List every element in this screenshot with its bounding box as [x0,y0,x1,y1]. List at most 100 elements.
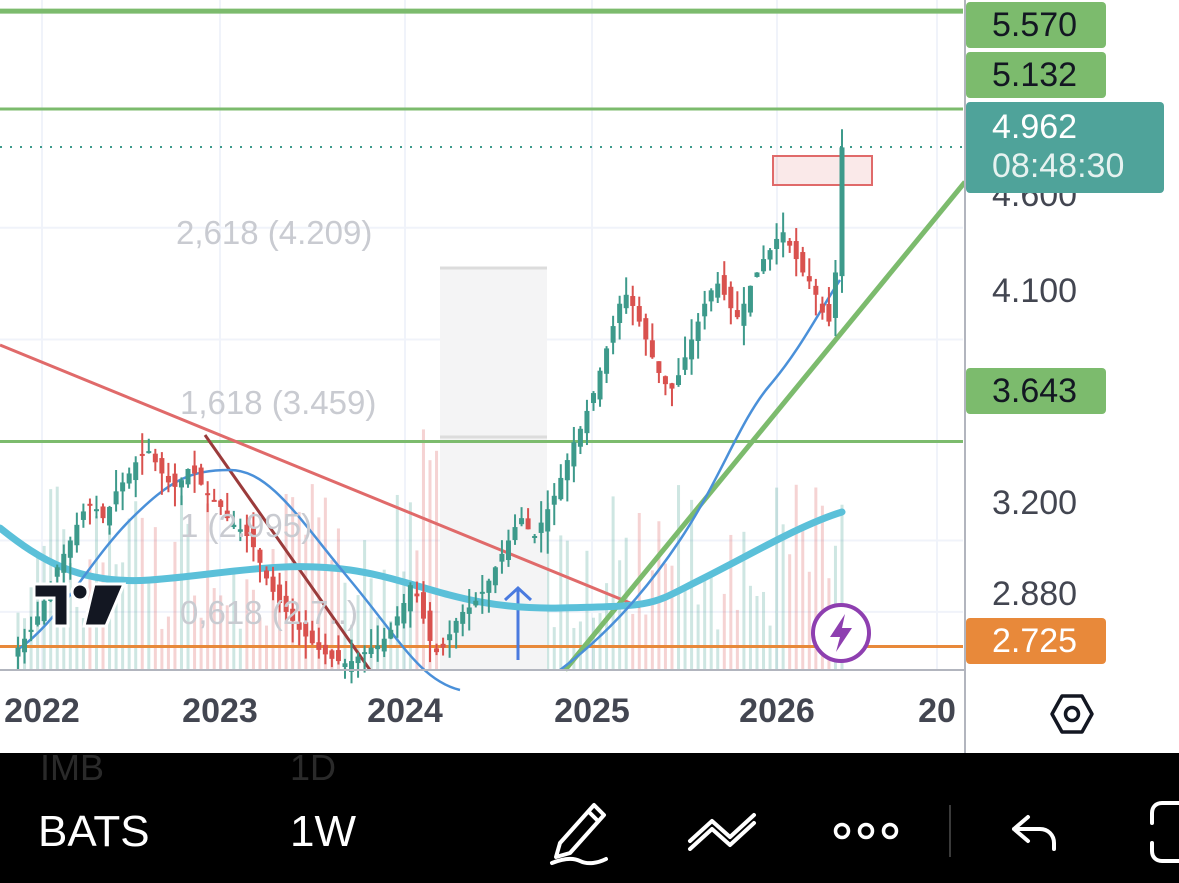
candle-body [695,321,701,342]
volume-bar [722,593,726,670]
candle-body [473,600,479,606]
candle-body [257,549,263,563]
price-level-tag[interactable]: 5.570 [966,2,1106,48]
candle-body [15,647,21,657]
candle-body [329,650,335,659]
candle-body [185,469,191,485]
candle-body [832,272,838,318]
volume-bar [729,534,733,670]
volume-bar [160,628,164,670]
volume-bar [598,613,602,670]
candle-body [545,509,551,532]
price-level-tag[interactable]: 3.643 [966,368,1106,414]
volume-bar [748,585,752,670]
candle-body [120,482,126,492]
candle-body [800,252,806,273]
candle-body [728,286,734,309]
volume-bar [801,528,805,670]
candle-body [649,340,655,358]
candle-body [427,610,433,641]
candle-body [839,147,845,277]
candle-body [74,524,80,546]
candle-body [159,458,165,474]
candle-body [486,580,492,593]
candle-body [734,310,740,318]
volume-bar [644,614,648,670]
candle-body [401,603,407,624]
candle-body [100,506,106,519]
candle-body [107,506,113,526]
bolt-icon[interactable] [810,602,872,664]
price-level-label: 5.132 [992,55,1078,94]
price-level-tag[interactable]: 2.725 [966,618,1106,664]
volume-bar [788,554,792,670]
candle-body [407,585,413,612]
candle-body [676,375,682,386]
pencil-icon[interactable] [548,797,612,867]
candle-body [806,276,812,282]
bar-countdown: 08:48:30 [992,147,1125,185]
candle-body [198,467,204,485]
volume-bar [716,629,720,670]
time-axis-tick: 2026 [739,692,815,730]
volume-bar [631,613,635,670]
candle-body [702,303,708,317]
candle-body [636,306,642,322]
candle-body [584,410,590,434]
volume-bar [611,496,615,670]
candle-body [512,527,518,541]
candle-body [178,480,184,488]
interval-button[interactable]: 1W [290,807,356,857]
candle-body [381,638,387,652]
symbol-button[interactable]: BATS [38,807,150,857]
candle-body [146,451,152,454]
candle-body [355,656,361,664]
volume-bar [709,572,713,670]
volume-bar [238,628,242,670]
volume-bar [166,616,170,670]
price-level-label: 3.643 [992,371,1078,410]
candle-body [819,303,825,313]
volume-bar [762,591,766,670]
candle-body [590,393,596,404]
candle-body [133,462,139,481]
resistance-box [772,155,873,186]
trend-tool-icon[interactable] [686,811,758,851]
candle-body [532,536,538,538]
volume-bar [703,578,707,670]
candle-body [87,503,93,506]
candle-body [322,644,328,655]
candle-body [708,290,714,302]
fullscreen-icon[interactable] [1148,799,1179,865]
price-level-tag[interactable]: 5.132 [966,52,1106,98]
candle-body [793,241,799,260]
candle-body [28,629,34,632]
candle-body [689,339,695,360]
ghost-interval: 1D [290,747,337,788]
candle-body [54,567,60,577]
volume-bar [605,583,609,670]
candle-body [211,499,217,502]
time-axis-tick: 2022 [4,692,80,730]
candle-body [342,663,348,667]
candle-body [826,304,832,322]
time-axis-tick: 2023 [182,692,258,730]
candle-body [623,294,629,309]
candle-body [747,285,753,313]
last-price-tag[interactable]: 4.962 08:48:30 [966,102,1164,193]
undo-icon[interactable] [1010,813,1058,853]
candle-body [492,567,498,586]
candle-body [139,453,145,456]
more-icon[interactable] [832,821,900,841]
fib-label: 1 (2.995) [180,507,312,544]
candle-body [93,509,99,512]
candle-body [669,383,675,389]
candle-body [754,272,760,277]
volume-bar [147,581,151,670]
volume-bar [794,484,798,670]
candle-body [617,303,623,323]
settings-icon[interactable] [1048,690,1096,738]
bottom-toolbar: IMB 1D BATS 1W [0,747,1179,883]
candle-body [264,570,270,579]
candle-body [368,647,374,655]
